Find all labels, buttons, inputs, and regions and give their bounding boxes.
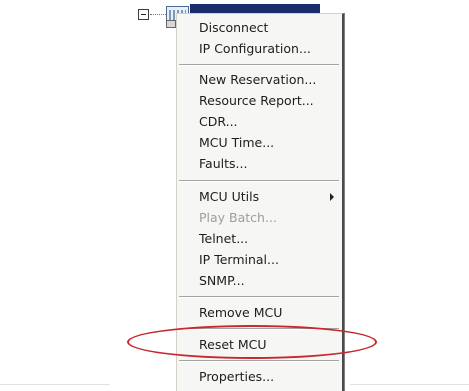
- submenu-arrow-icon: [330, 193, 334, 201]
- menu-item-reset-mcu[interactable]: Reset MCU: [177, 335, 342, 355]
- menu-item-new-reservation[interactable]: New Reservation...: [177, 70, 342, 90]
- menu-item-faults[interactable]: Faults...: [177, 154, 342, 174]
- menu-item-cdr[interactable]: CDR...: [177, 112, 342, 132]
- menu-item-mcu-time[interactable]: MCU Time...: [177, 133, 342, 153]
- menu-item-ip-configuration[interactable]: IP Configuration...: [177, 39, 342, 59]
- menu-separator: [179, 64, 339, 66]
- menu-item-telnet[interactable]: Telnet...: [177, 229, 342, 249]
- menu-separator: [179, 360, 339, 362]
- background-line: [0, 384, 110, 385]
- menu-item-play-batch: Play Batch...: [199, 210, 277, 225]
- tree-collapse-toggle[interactable]: [138, 9, 149, 20]
- menu-item-resource-report[interactable]: Resource Report...: [177, 91, 342, 111]
- menu-separator: [179, 296, 339, 298]
- context-menu: Disconnect IP Configuration... New Reser…: [176, 13, 344, 391]
- menu-item-disconnect[interactable]: Disconnect: [177, 18, 342, 38]
- tree-connector: [150, 14, 166, 15]
- menu-separator: [179, 328, 339, 330]
- background-line: [350, 384, 469, 385]
- menu-item-mcu-utils[interactable]: MCU Utils: [177, 187, 342, 207]
- mcu-sub-icon: [166, 20, 176, 28]
- menu-item-snmp[interactable]: SNMP...: [177, 271, 342, 291]
- menu-item-ip-terminal[interactable]: IP Terminal...: [177, 250, 342, 270]
- menu-item-properties[interactable]: Properties...: [177, 367, 342, 387]
- menu-item-mcu-utils-label: MCU Utils: [199, 189, 260, 204]
- menu-item-remove-mcu[interactable]: Remove MCU: [177, 303, 342, 323]
- menu-separator: [179, 180, 339, 182]
